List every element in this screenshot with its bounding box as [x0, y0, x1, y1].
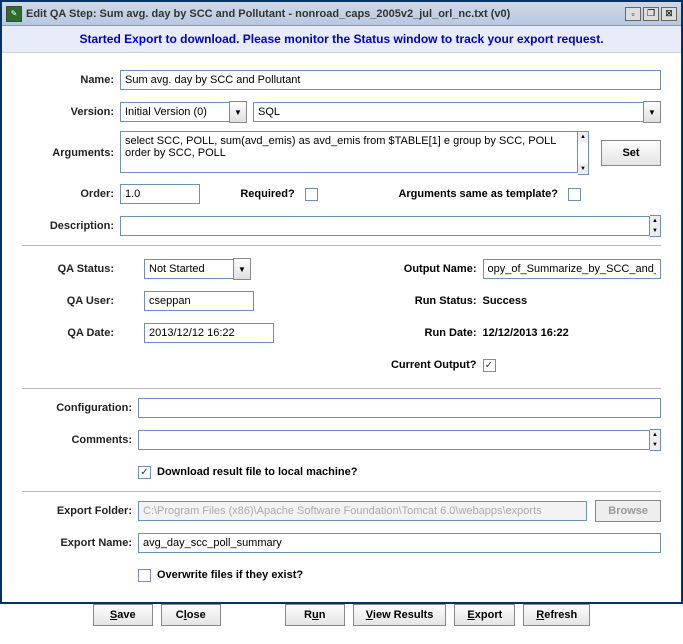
save-button[interactable]: Save [93, 604, 153, 626]
order-input[interactable] [120, 184, 200, 204]
comments-label: Comments: [22, 434, 132, 446]
close-window-button[interactable]: ⊠ [661, 7, 677, 21]
close-button[interactable]: Close [161, 604, 221, 626]
overwrite-label: Overwrite files if they exist? [157, 569, 303, 581]
program-select[interactable] [253, 102, 644, 122]
run-date-value: 12/12/2013 16:22 [483, 327, 569, 339]
name-input[interactable] [120, 70, 661, 90]
qa-user-input[interactable] [144, 291, 254, 311]
refresh-button[interactable]: Refresh [523, 604, 590, 626]
minimize-button[interactable]: ▫ [625, 7, 641, 21]
required-checkbox[interactable] [305, 188, 318, 201]
run-status-value: Success [483, 295, 528, 307]
description-spinner[interactable]: ▲▼ [650, 215, 661, 237]
form: Name: Version: ▼ ▼ Arguments: ▲▼ Set Ord… [2, 53, 681, 644]
run-status-label: Run Status: [347, 295, 477, 307]
qa-status-dropdown-button[interactable]: ▼ [233, 258, 251, 280]
divider-3 [22, 491, 661, 492]
qa-status-label: QA Status: [22, 263, 114, 275]
name-label: Name: [22, 74, 114, 86]
comments-spinner[interactable]: ▲▼ [650, 429, 661, 451]
current-output-label: Current Output? [347, 359, 477, 371]
order-label: Order: [22, 188, 114, 200]
args-same-label: Arguments same as template? [398, 188, 558, 200]
version-label: Version: [22, 106, 114, 118]
comments-input[interactable] [138, 430, 650, 450]
export-button[interactable]: Export [454, 604, 515, 626]
export-name-label: Export Name: [22, 537, 132, 549]
arguments-textarea[interactable] [120, 131, 578, 173]
required-label: Required? [240, 188, 294, 200]
app-icon: ✎ [6, 6, 22, 22]
description-input[interactable] [120, 216, 650, 236]
run-button[interactable]: Run [285, 604, 345, 626]
overwrite-checkbox[interactable] [138, 569, 151, 582]
maximize-button[interactable]: ❐ [643, 7, 659, 21]
arguments-label: Arguments: [22, 147, 114, 159]
output-name-input[interactable] [483, 259, 662, 279]
export-folder-label: Export Folder: [22, 505, 132, 517]
export-name-input[interactable] [138, 533, 661, 553]
current-output-checkbox[interactable]: ✓ [483, 359, 496, 372]
titlebar: ✎ Edit QA Step: Sum avg. day by SCC and … [2, 2, 681, 26]
version-dropdown-button[interactable]: ▼ [229, 101, 247, 123]
browse-button: Browse [595, 500, 661, 522]
status-banner: Started Export to download. Please monit… [2, 26, 681, 53]
qa-date-label: QA Date: [22, 327, 114, 339]
download-label: Download result file to local machine? [157, 466, 357, 478]
download-checkbox[interactable]: ✓ [138, 466, 151, 479]
output-name-label: Output Name: [347, 263, 477, 275]
description-label: Description: [22, 220, 114, 232]
view-results-button[interactable]: View Results [353, 604, 447, 626]
set-button[interactable]: Set [601, 140, 661, 166]
qa-status-select[interactable] [144, 259, 234, 279]
configuration-label: Configuration: [22, 402, 132, 414]
arguments-scroll[interactable]: ▲▼ [578, 131, 589, 175]
export-folder-input [138, 501, 587, 521]
divider-2 [22, 388, 661, 389]
window-title: Edit QA Step: Sum avg. day by SCC and Po… [26, 8, 623, 20]
qa-date-input[interactable] [144, 323, 274, 343]
qa-user-label: QA User: [22, 295, 114, 307]
divider-1 [22, 245, 661, 246]
footer-buttons: Save Close Run View Results Export Refre… [22, 594, 661, 636]
configuration-input[interactable] [138, 398, 661, 418]
run-date-label: Run Date: [347, 327, 477, 339]
version-input[interactable] [120, 102, 230, 122]
args-same-checkbox[interactable] [568, 188, 581, 201]
program-dropdown-button[interactable]: ▼ [643, 101, 661, 123]
